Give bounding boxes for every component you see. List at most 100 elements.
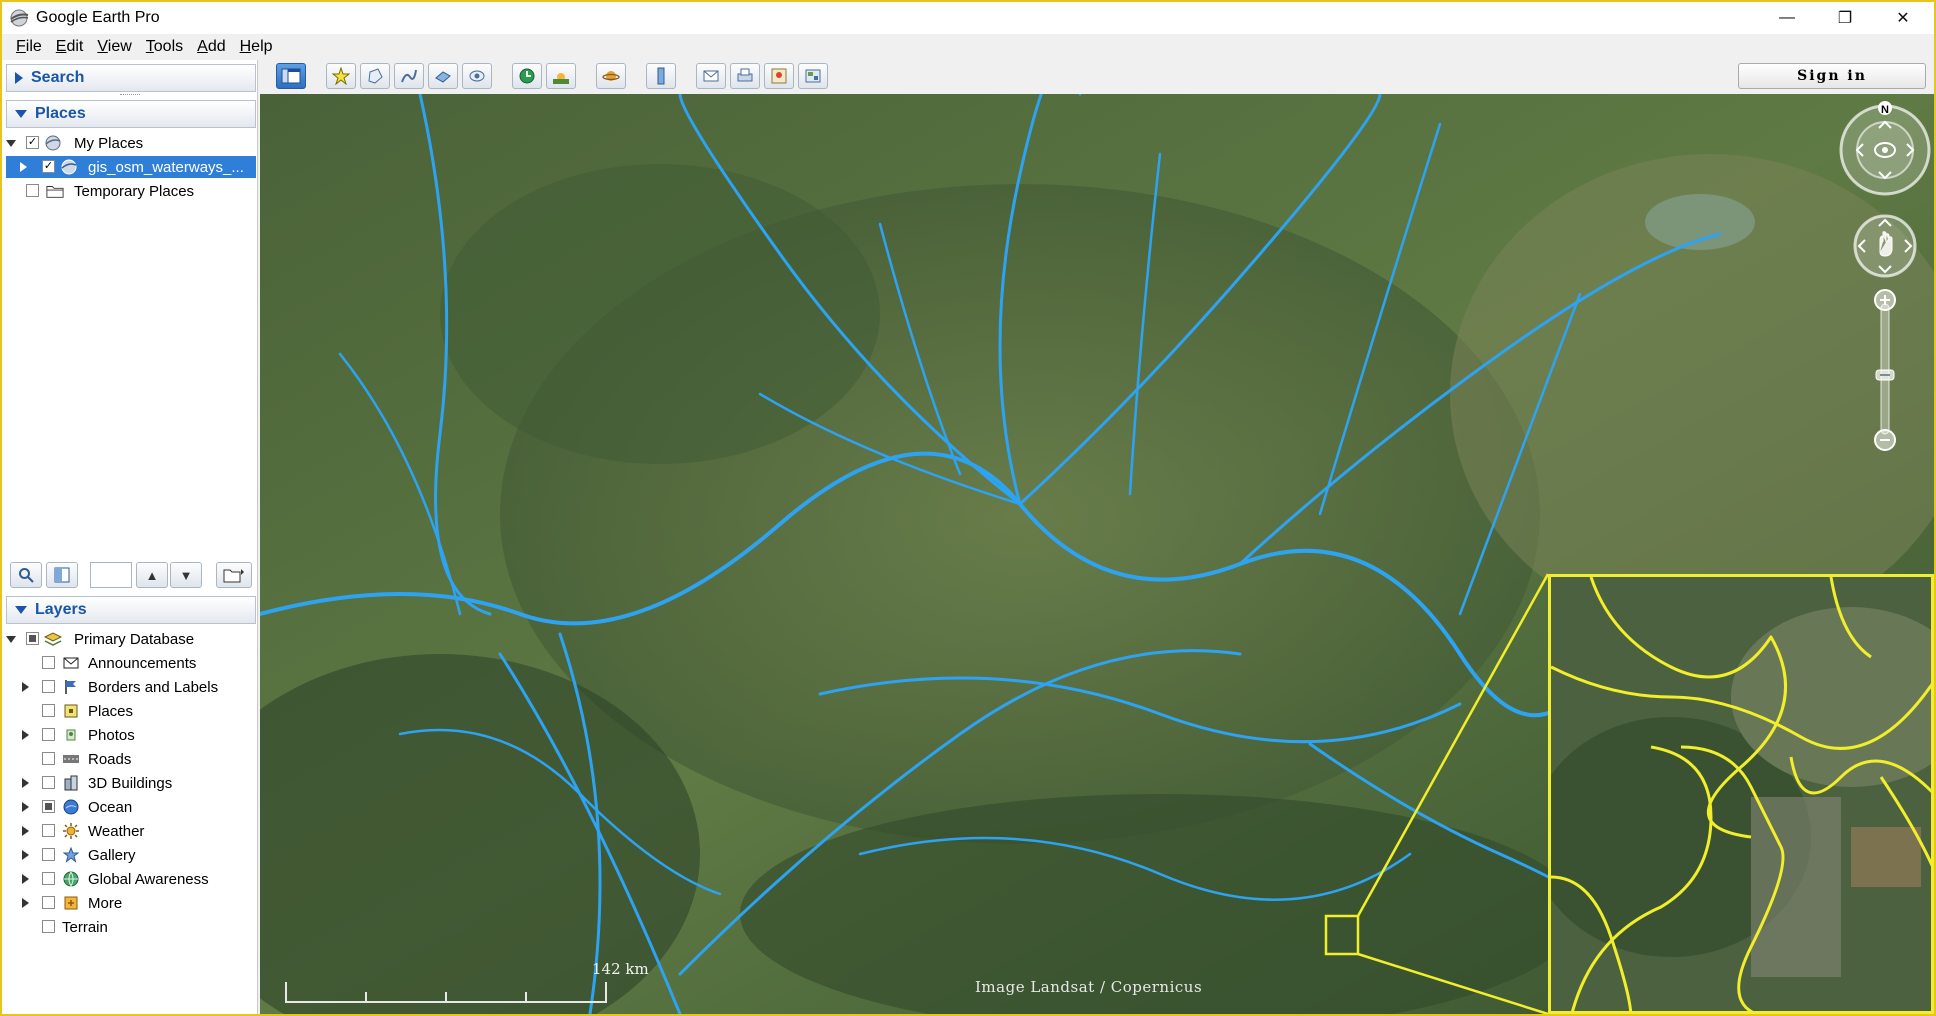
expanded-triangle-icon — [15, 606, 27, 614]
tree-item-places[interactable]: Places — [2, 700, 258, 722]
layer-checkbox[interactable] — [42, 656, 55, 669]
search-panel-header[interactable]: Search — [6, 64, 256, 92]
sign-in-button[interactable]: Sign in — [1738, 63, 1926, 89]
expand-arrow-icon[interactable] — [22, 802, 29, 812]
tree-item-photos[interactable]: Photos — [2, 724, 258, 746]
menu-edit[interactable]: Edit — [56, 38, 84, 56]
tree-item-announcements[interactable]: Announcements — [2, 652, 258, 674]
menu-help[interactable]: Help — [240, 38, 273, 56]
menu-file[interactable]: File — [16, 38, 42, 56]
move-joystick[interactable] — [1853, 214, 1917, 278]
expand-arrow-icon[interactable] — [22, 778, 29, 788]
menu-add[interactable]: Add — [197, 38, 225, 56]
tree-item-ocean[interactable]: Ocean — [2, 796, 258, 818]
tree-item-label: Borders and Labels — [88, 679, 219, 696]
add-folder-button[interactable] — [216, 562, 252, 588]
terrain-checkbox[interactable] — [42, 920, 55, 933]
tree-item-label: Terrain — [62, 919, 108, 936]
expand-arrow-icon[interactable] — [6, 636, 16, 643]
expand-arrow-icon[interactable] — [6, 140, 16, 147]
places-tree: ✓ My Places ✓ gis_osm_waterways_... Temp… — [2, 132, 258, 552]
layer-checkbox[interactable] — [42, 728, 55, 741]
tree-item-waterways-layer[interactable]: ✓ gis_osm_waterways_... — [6, 156, 256, 178]
zoom-slider[interactable] — [1874, 289, 1896, 451]
search-places-button[interactable] — [10, 562, 42, 588]
folder-add-icon — [223, 569, 244, 583]
layers-panel-header[interactable]: Layers — [6, 596, 256, 624]
temporary-places-checkbox[interactable] — [26, 184, 39, 197]
menu-view[interactable]: View — [97, 38, 131, 56]
minimize-button[interactable]: — — [1758, 2, 1816, 34]
tree-item-temporary-places[interactable]: Temporary Places — [2, 180, 258, 202]
sun-icon — [62, 822, 80, 840]
toolbar: Sign in — [260, 60, 1934, 92]
tree-item-label: gis_osm_waterways_... — [88, 159, 244, 176]
ruler-button[interactable] — [646, 63, 676, 89]
expand-arrow-icon[interactable] — [22, 874, 29, 884]
layer-checkbox[interactable] — [42, 848, 55, 861]
expand-arrow-icon[interactable] — [20, 162, 27, 172]
add-path-button[interactable] — [394, 63, 424, 89]
add-polygon-button[interactable] — [360, 63, 390, 89]
layer-checkbox[interactable] — [42, 896, 55, 909]
tree-item-weather[interactable]: Weather — [2, 820, 258, 842]
expand-arrow-icon[interactable] — [22, 730, 29, 740]
buildings-icon — [62, 774, 80, 792]
layer-checkbox[interactable] — [42, 824, 55, 837]
layer-checkbox[interactable] — [42, 680, 55, 693]
tree-item-global-awareness[interactable]: Global Awareness — [2, 868, 258, 890]
email-button[interactable] — [696, 63, 726, 89]
ruler-icon — [657, 67, 665, 85]
layer-checkbox[interactable] — [42, 704, 55, 717]
panel-resize-grip[interactable] — [120, 94, 140, 96]
tree-item-borders-and-labels[interactable]: Borders and Labels — [2, 676, 258, 698]
move-down-button[interactable]: ▼ — [170, 562, 202, 588]
tree-item-more[interactable]: More — [2, 892, 258, 914]
look-around-ring[interactable] — [1839, 104, 1931, 196]
tree-item-primary-database[interactable]: Primary Database — [2, 628, 258, 650]
my-places-checkbox[interactable]: ✓ — [26, 136, 39, 149]
add-image-overlay-button[interactable] — [428, 63, 458, 89]
expand-arrow-icon[interactable] — [22, 850, 29, 860]
sidebar: Search Places ✓ My Places ✓ gis_osm_wate… — [2, 60, 258, 1014]
tree-item-gallery[interactable]: Gallery — [2, 844, 258, 866]
layer-checkbox[interactable] — [42, 752, 55, 765]
save-image-button[interactable] — [798, 63, 828, 89]
expand-arrow-icon[interactable] — [22, 682, 29, 692]
places-panel-header[interactable]: Places — [6, 100, 256, 128]
historical-imagery-button[interactable] — [512, 63, 542, 89]
expand-arrow-icon[interactable] — [22, 826, 29, 836]
tree-item-my-places[interactable]: ✓ My Places — [2, 132, 258, 154]
sidebar-toggle-button[interactable] — [276, 63, 306, 89]
tree-item-3d-buildings[interactable]: 3D Buildings — [2, 772, 258, 794]
sunlight-button[interactable] — [546, 63, 576, 89]
move-up-button[interactable]: ▲ — [136, 562, 168, 588]
add-placemark-button[interactable] — [326, 63, 356, 89]
switch-planet-button[interactable] — [596, 63, 626, 89]
up-arrow-icon: ▲ — [145, 567, 159, 583]
layer-checkbox[interactable] — [42, 776, 55, 789]
toggle-panel-button[interactable] — [46, 562, 78, 588]
tree-item-terrain[interactable]: Terrain — [2, 916, 258, 938]
restore-button[interactable]: ❐ — [1816, 2, 1874, 34]
layer-checkbox[interactable] — [42, 800, 55, 813]
print-button[interactable] — [730, 63, 760, 89]
tree-item-roads[interactable]: Roads — [2, 748, 258, 770]
map-view[interactable]: N 142 km Image Landsat / Copernicus — [260, 94, 1934, 1014]
expand-arrow-icon[interactable] — [22, 898, 29, 908]
tree-item-label: Roads — [88, 751, 132, 768]
layer-checkbox[interactable] — [42, 872, 55, 885]
globe-icon — [62, 870, 80, 888]
primary-database-checkbox[interactable] — [26, 632, 39, 645]
google-earth-window: Google Earth Pro — ❐ ✕ File Edit View Tools… — [0, 0, 1936, 1016]
menu-tools[interactable]: Tools — [146, 38, 183, 56]
record-tour-button[interactable] — [462, 63, 492, 89]
view-in-maps-button[interactable] — [764, 63, 794, 89]
close-button[interactable]: ✕ — [1874, 2, 1932, 34]
waterways-checkbox[interactable]: ✓ — [42, 160, 55, 173]
places-filter-input[interactable] — [90, 562, 132, 588]
expanded-triangle-icon — [15, 110, 27, 118]
database-layers-icon — [44, 630, 62, 648]
camera-tour-icon — [469, 70, 485, 82]
flag-icon — [62, 678, 80, 696]
